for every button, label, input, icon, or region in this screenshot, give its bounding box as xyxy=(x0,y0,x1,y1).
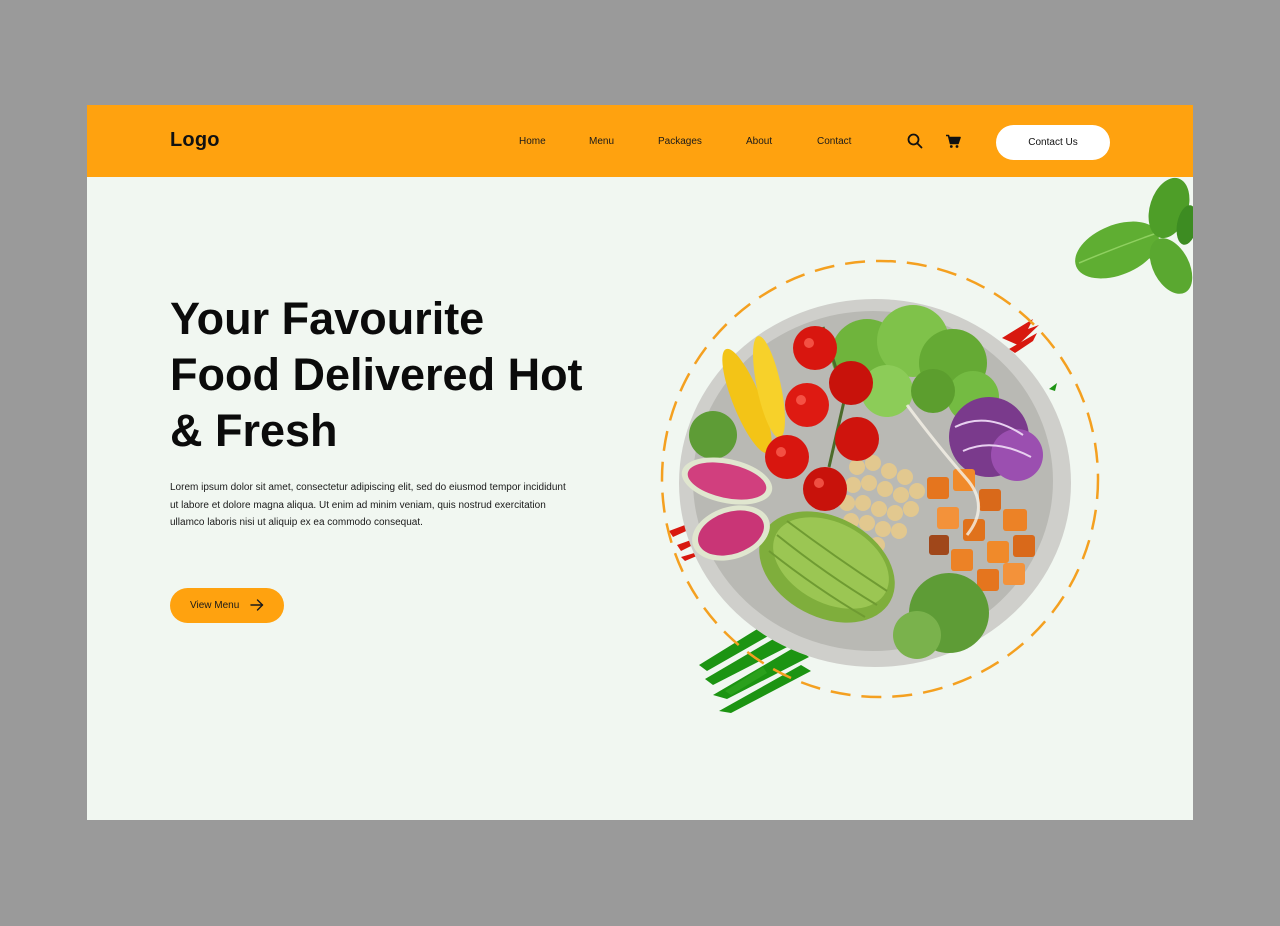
salad-bowl-illustration xyxy=(660,177,1193,713)
basil-leaf-illustration xyxy=(1075,177,1193,294)
landing-page: Logo Home Menu Packages About Contact Co… xyxy=(87,105,1193,820)
